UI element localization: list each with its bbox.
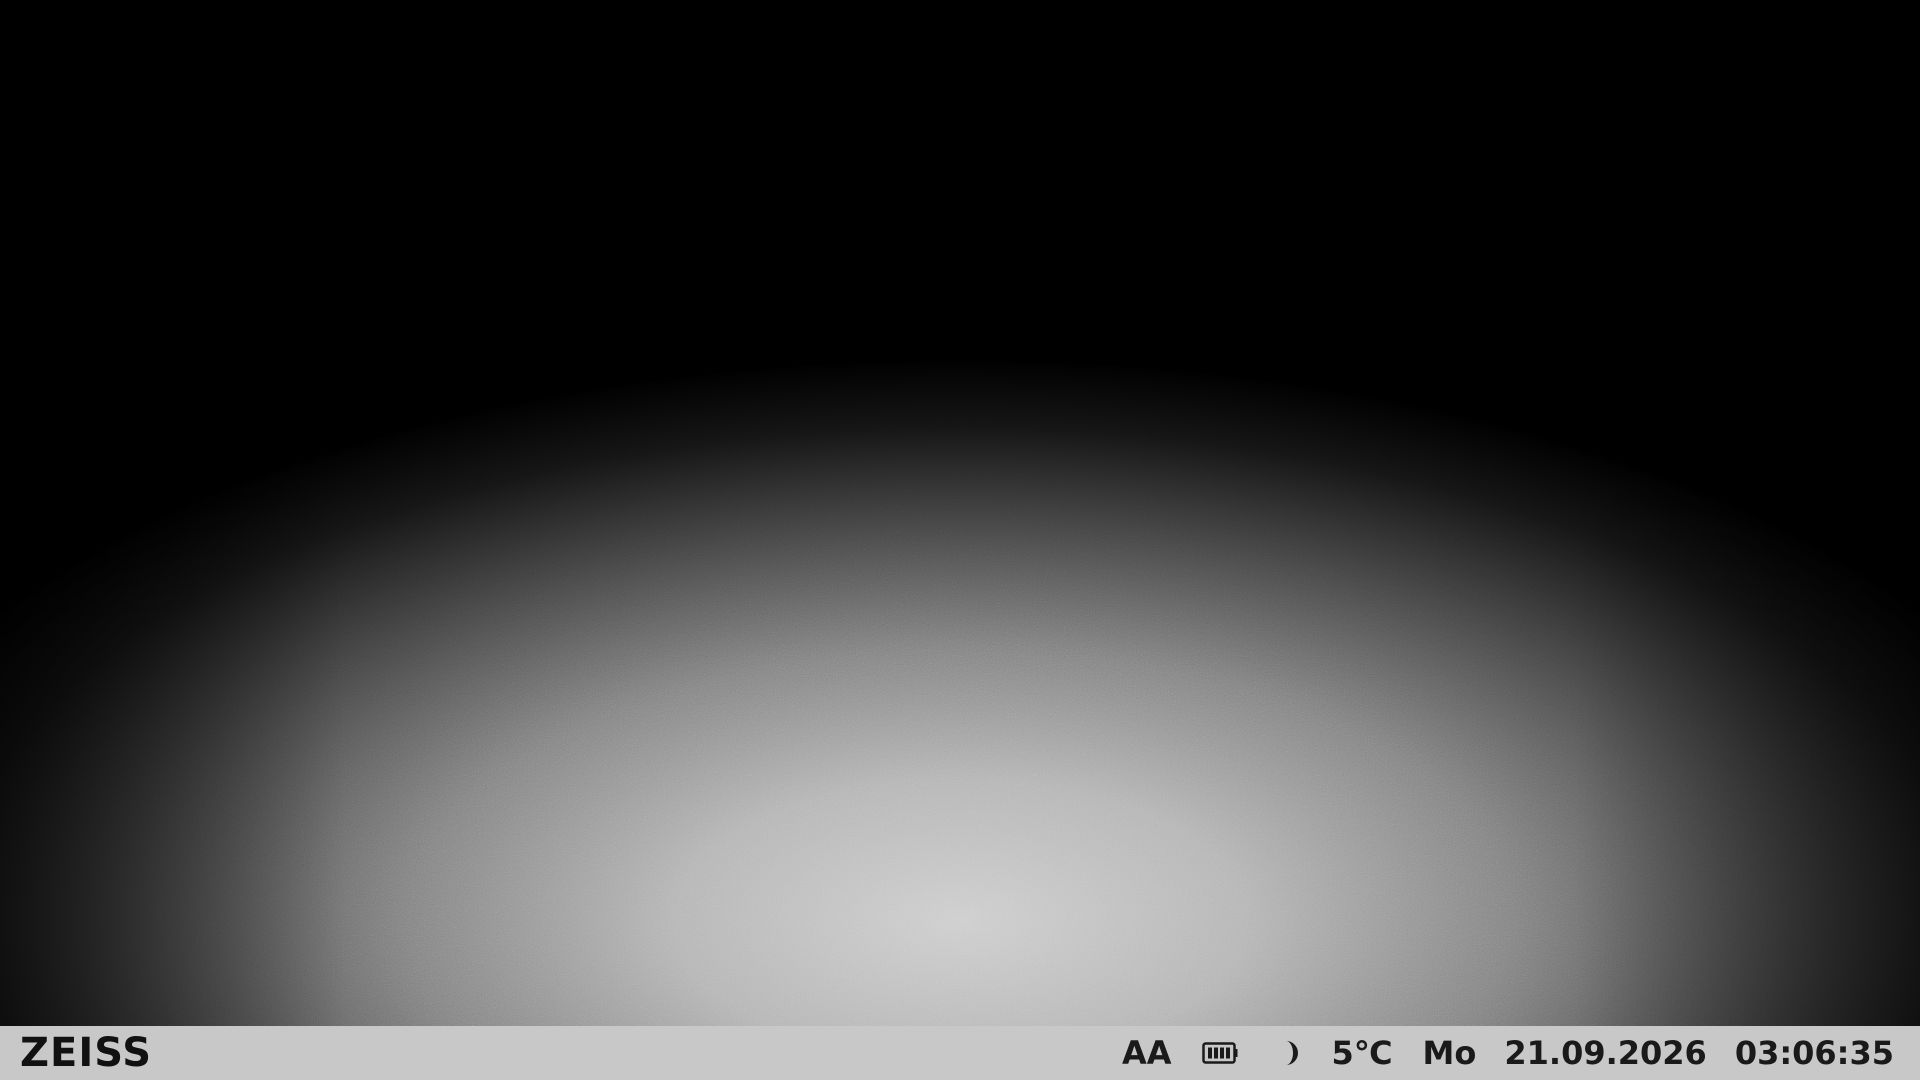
mode-indicator: AA [1122,1034,1172,1072]
temperature-value: 5℃ [1331,1034,1393,1072]
weekday-label: Mo [1422,1034,1477,1072]
image-vignette [0,0,1920,1026]
date-value: 21.09.2026 [1504,1034,1707,1072]
status-info: AA 5℃ Mo 21.09.2026 03:06:35 [1122,1026,1894,1080]
brand-logo: ZEISS [20,1030,153,1076]
moon-icon [1278,1026,1302,1080]
battery-icon [1201,1026,1238,1080]
camera-frame: ZEISS AA 5℃ Mo 21.09.2026 03:06:35 [0,0,1920,1080]
status-bar: ZEISS AA 5℃ Mo 21.09.2026 03:06:35 [0,1026,1920,1080]
time-value: 03:06:35 [1734,1034,1894,1072]
